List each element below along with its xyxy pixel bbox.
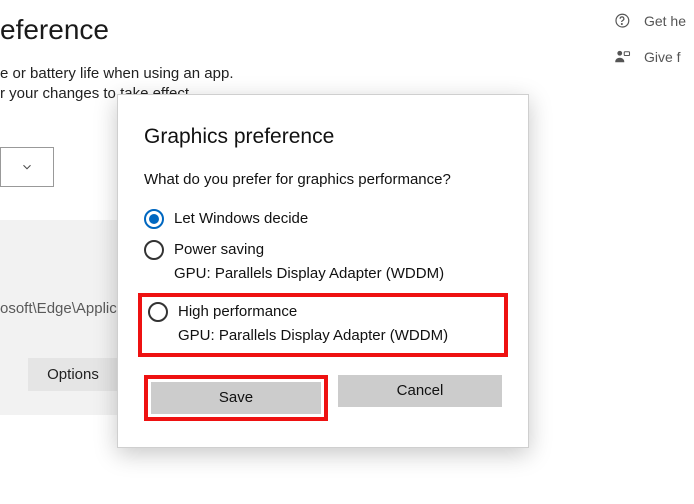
options-label: Options	[47, 366, 99, 383]
get-help-link[interactable]: Get he	[612, 12, 686, 30]
get-help-label: Get he	[644, 13, 686, 29]
page-subtext-1: e or battery life when using an app.	[0, 64, 694, 84]
radio-sublabel: GPU: Parallels Display Adapter (WDDM)	[174, 263, 444, 285]
radio-indicator	[148, 302, 168, 322]
header-actions: Get he Give f	[612, 12, 686, 66]
page-title: eference	[0, 14, 694, 46]
chevron-down-icon	[20, 160, 34, 174]
cancel-label: Cancel	[397, 382, 444, 399]
dialog-footer: Save Cancel	[144, 375, 502, 421]
graphics-preference-dialog: Graphics preference What do you prefer f…	[117, 94, 529, 448]
radio-label: Let Windows decide	[174, 208, 308, 229]
save-button[interactable]: Save	[151, 382, 321, 414]
highlight-annotation: High performance GPU: Parallels Display …	[138, 293, 508, 357]
radio-indicator	[144, 240, 164, 260]
dialog-prompt: What do you prefer for graphics performa…	[144, 171, 502, 188]
help-icon	[612, 12, 632, 30]
highlight-annotation: Save	[144, 375, 328, 421]
radio-indicator	[144, 209, 164, 229]
dialog-title: Graphics preference	[144, 125, 502, 149]
give-feedback-label: Give f	[644, 49, 681, 65]
app-path-fragment: osoft\Edge\Applicati	[0, 300, 133, 317]
options-button[interactable]: Options	[28, 358, 118, 391]
feedback-icon	[612, 48, 632, 66]
radio-high-performance[interactable]: High performance GPU: Parallels Display …	[146, 301, 500, 347]
radio-label: Power saving	[174, 239, 444, 260]
radio-sublabel: GPU: Parallels Display Adapter (WDDM)	[178, 325, 448, 347]
cancel-button[interactable]: Cancel	[338, 375, 502, 407]
radio-label: High performance	[178, 301, 448, 322]
radio-group: Let Windows decide Power saving GPU: Par…	[144, 204, 502, 357]
radio-dot-icon	[149, 214, 159, 224]
app-type-dropdown[interactable]	[0, 147, 54, 187]
give-feedback-link[interactable]: Give f	[612, 48, 686, 66]
radio-power-saving[interactable]: Power saving GPU: Parallels Display Adap…	[144, 235, 502, 291]
radio-let-windows-decide[interactable]: Let Windows decide	[144, 204, 502, 235]
save-label: Save	[219, 389, 253, 406]
